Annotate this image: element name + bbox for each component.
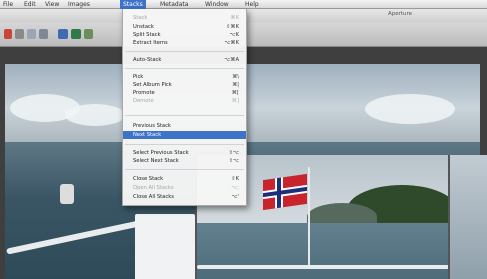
menu-images[interactable]: Images: [68, 0, 90, 9]
reject-icon[interactable]: [4, 29, 12, 39]
menu-item-unstack[interactable]: Unstack ⇧⌘K: [123, 23, 246, 31]
menu-item-label: Auto-Stack: [133, 57, 162, 63]
menu-item-label: Unstack: [133, 24, 154, 30]
menu-item-demote[interactable]: Demote ⌘]: [123, 97, 246, 105]
third-photo[interactable]: [448, 155, 487, 279]
menu-bar: File Edit View Images Stacks Metadata Wi…: [0, 0, 487, 9]
menu-item-shortcut: ⌘\: [232, 74, 239, 80]
menu-item-select-next-stack[interactable]: Select Next Stack ⇧⌥: [123, 157, 246, 165]
loupe-icon[interactable]: [84, 29, 93, 39]
menu-window[interactable]: Window: [205, 0, 229, 9]
menu-item-close-stack[interactable]: Close Stack ⇧K: [123, 175, 246, 183]
menu-item-previous-stack[interactable]: Previous Stack: [123, 122, 246, 130]
menu-item-shortcut: ⌘|: [232, 82, 239, 88]
menu-metadata[interactable]: Metadata: [160, 0, 188, 9]
flag-pole: [308, 167, 310, 267]
menu-item-next-stack[interactable]: Next Stack: [123, 131, 246, 139]
menu-item-close-all-stacks[interactable]: Close All Stacks ⌥': [123, 193, 246, 201]
stacks-menu-dropdown: Stack ⌘K Unstack ⇧⌘K Split Stack ⌥K Extract…: [122, 9, 247, 206]
menu-item-shortcut: ⌘K: [230, 15, 239, 21]
menu-item-shortcut: ⌥⌘K: [224, 40, 239, 46]
menu-item-set-album-pick[interactable]: Set Album Pick ⌘|: [123, 81, 246, 89]
menu-separator: [125, 144, 244, 145]
menu-separator: [125, 169, 244, 170]
menu-item-label: Select Previous Stack: [133, 150, 189, 156]
photo-sea: [197, 223, 449, 279]
menu-item-shortcut: ⌘[: [231, 90, 239, 96]
menu-item-shortcut: ⌘]: [231, 98, 239, 104]
menu-item-label: Stack: [133, 15, 148, 21]
menu-item-pick[interactable]: Pick ⌘\: [123, 73, 246, 81]
menu-item-shortcut: ⌥': [231, 194, 239, 200]
menu-item-open-all-stacks[interactable]: Open All Stacks ⌥;: [123, 184, 246, 192]
browser-icon[interactable]: [27, 29, 36, 39]
menu-item-select-previous-stack[interactable]: Select Previous Stack ⇧⌥: [123, 149, 246, 157]
window-title: Aperture: [388, 11, 413, 17]
menu-file[interactable]: File: [3, 0, 13, 9]
menu-item-label: Close Stack: [133, 176, 164, 182]
rotate-icon[interactable]: [58, 29, 68, 39]
menu-item-label: Close All Stacks: [133, 194, 174, 200]
menu-separator: [125, 115, 244, 116]
menu-item-label: Open All Stacks: [133, 185, 174, 191]
menu-item-shortcut: ⌥⌘A: [224, 57, 239, 63]
menu-item-split-stack[interactable]: Split Stack ⌥K: [123, 31, 246, 39]
viewer-icon[interactable]: [39, 29, 48, 39]
menu-item-label: Select Next Stack: [133, 158, 179, 164]
ship-post: [60, 184, 74, 204]
menu-item-promote[interactable]: Promote ⌘[: [123, 89, 246, 97]
menu-separator: [125, 68, 244, 69]
menu-edit[interactable]: Edit: [24, 0, 36, 9]
menu-item-label: Next Stack: [133, 132, 162, 138]
menu-item-label: Previous Stack: [133, 123, 171, 129]
menu-item-label: Promote: [133, 90, 155, 96]
menu-item-shortcut: ⇧K: [231, 176, 239, 182]
cloud-shape: [365, 94, 455, 124]
menu-item-label: Pick: [133, 74, 144, 80]
menu-stacks[interactable]: Stacks: [120, 0, 146, 9]
menu-item-label: Demote: [133, 98, 154, 104]
menu-item-shortcut: ⌥K: [229, 32, 239, 38]
menu-item-auto-stack[interactable]: Auto-Stack ⌥⌘A: [123, 56, 246, 64]
menu-item-label: Set Album Pick: [133, 82, 172, 88]
norway-flag: [263, 173, 307, 211]
ship-deck: [135, 214, 195, 279]
menu-separator: [125, 51, 244, 52]
menu-help[interactable]: Help: [245, 0, 259, 9]
menu-item-shortcut: ⌥;: [231, 185, 239, 191]
menu-item-label: Split Stack: [133, 32, 161, 38]
import-icon[interactable]: [15, 29, 24, 39]
menu-item-shortcut: ⇧⌥: [228, 158, 239, 164]
menu-item-extract-items[interactable]: Extract Items ⌥⌘K: [123, 39, 246, 47]
menu-item-shortcut: ⇧⌥: [228, 150, 239, 156]
menu-item-shortcut: ⇧⌘K: [226, 24, 239, 30]
menu-item-stack[interactable]: Stack ⌘K: [123, 14, 246, 22]
stamp-icon[interactable]: [71, 29, 81, 39]
menu-item-label: Extract Items: [133, 40, 168, 46]
menu-view[interactable]: View: [45, 0, 59, 9]
ship-rail: [197, 265, 449, 269]
cloud-shape: [65, 104, 125, 126]
